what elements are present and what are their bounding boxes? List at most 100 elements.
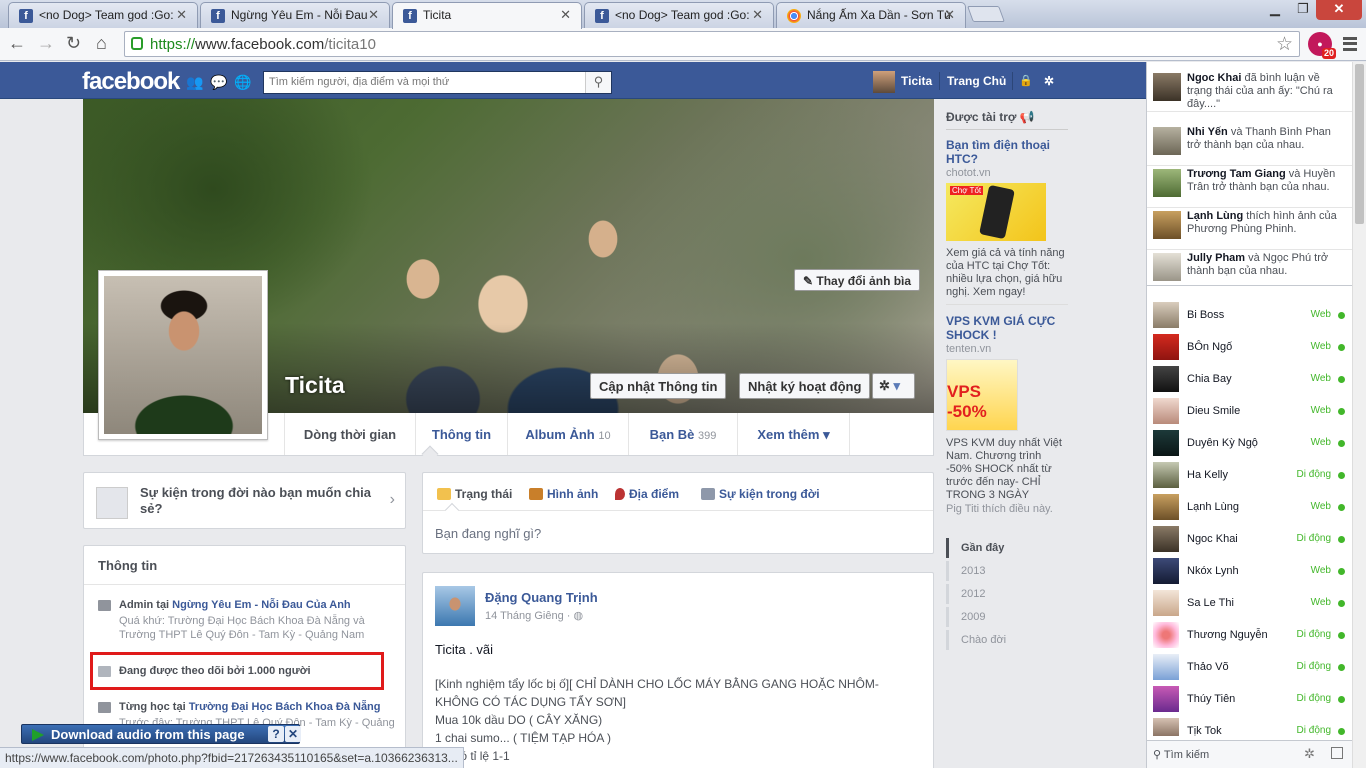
tab-timeline[interactable]: Dòng thời gian xyxy=(284,413,415,455)
scrubber-item[interactable]: 2013 xyxy=(946,561,1056,581)
timeline-scrubber: Gần đây 2013 2012 2009 Chào đời xyxy=(946,538,1056,653)
friend-requests-icon[interactable]: 👥 xyxy=(186,74,203,90)
ticker-item[interactable]: Jully Pham và Ngọc Phú trở thành bạn của… xyxy=(1147,250,1353,285)
facebook-logo[interactable]: facebook xyxy=(82,68,180,96)
chat-contact[interactable]: Dieu Smile Web xyxy=(1147,396,1353,428)
post-date[interactable]: 14 Tháng Giêng · ◍ xyxy=(485,609,583,622)
online-dot-icon xyxy=(1338,344,1345,351)
chat-contact[interactable]: BÔn Ngố Web xyxy=(1147,332,1353,364)
chat-contact[interactable]: Sa Le Thi Web xyxy=(1147,588,1353,620)
address-bar[interactable]: https://www.facebook.com/ticita10 ☆ xyxy=(124,31,1300,57)
home-icon[interactable]: ⌂ xyxy=(96,33,107,53)
profile-name[interactable]: Ticita xyxy=(285,372,345,399)
browser-tab[interactable]: f <no Dog> Team god :Go: ✕ xyxy=(8,2,198,28)
minimize-window-button[interactable]: ▁ xyxy=(1262,0,1288,20)
ad-image[interactable]: VPS -50% xyxy=(946,359,1018,431)
chat-contact[interactable]: Bi Boss Web xyxy=(1147,300,1353,332)
chat-options-gear-icon[interactable]: ✲ xyxy=(1304,746,1315,762)
chat-contact[interactable]: Tịk Tok Di động xyxy=(1147,716,1353,736)
ticker-item[interactable]: Lạnh Lùng thích hình ảnh của Phương Phùn… xyxy=(1147,208,1353,250)
status-input[interactable]: Bạn đang nghĩ gì? xyxy=(435,526,541,541)
chat-search[interactable]: ⚲ Tìm kiếm xyxy=(1153,748,1209,761)
new-tab-button[interactable] xyxy=(967,6,1005,22)
tab-status[interactable]: Trạng thái xyxy=(437,487,512,501)
school-link[interactable]: Trường Đại Học Bách Khoa Đà Nẵng xyxy=(189,701,381,713)
restore-window-button[interactable]: ❐ xyxy=(1290,0,1316,20)
close-tab-icon[interactable]: ✕ xyxy=(944,7,955,23)
browser-tab-active[interactable]: f Ticita ✕ xyxy=(392,2,582,29)
chat-contact[interactable]: Duyên Kỳ Ngộ Web xyxy=(1147,428,1353,460)
extension-icon[interactable]: ● 20 xyxy=(1308,32,1336,59)
change-cover-button[interactable]: ✎ Thay đổi ảnh bìa xyxy=(794,269,921,291)
download-audio-bar[interactable]: Download audio from this page ? ✕ xyxy=(21,724,301,744)
privacy-shortcuts-icon[interactable]: 🔒 xyxy=(1019,74,1033,87)
tab-place[interactable]: Địa điểm xyxy=(615,487,679,501)
contact-name: Nkóx Lynh xyxy=(1187,565,1239,577)
life-event-prompt[interactable]: Sự kiện trong đời nào bạn muốn chia sẻ? … xyxy=(83,472,406,529)
profile-picture[interactable] xyxy=(98,270,268,440)
online-dot-icon xyxy=(1338,728,1345,735)
settings-gear-icon[interactable]: ✲ xyxy=(1044,74,1054,88)
reload-icon[interactable]: ↻ xyxy=(66,33,81,53)
notifications-globe-icon[interactable]: 🌐 xyxy=(234,74,251,90)
contact-status: Di động xyxy=(1296,629,1331,640)
ad-image[interactable]: Chợ Tốt xyxy=(946,183,1046,241)
contact-name: Lạnh Lùng xyxy=(1187,501,1239,513)
scrubber-item[interactable]: Gần đây xyxy=(946,538,1056,558)
tab-photos[interactable]: Album Ảnh 10 xyxy=(507,413,628,455)
chat-contact[interactable]: Chia Bay Web xyxy=(1147,364,1353,396)
browser-tab[interactable]: Nắng Ấm Xa Dần - Sơn Tù ✕ xyxy=(776,2,966,28)
forward-icon[interactable]: → xyxy=(37,33,55,53)
tab-title: Ngừng Yêu Em - Nỗi Đau xyxy=(231,8,368,22)
close-tab-icon[interactable]: ✕ xyxy=(176,7,187,23)
tab-life-event[interactable]: Sự kiện trong đời xyxy=(701,487,820,501)
browser-tab[interactable]: f Ngừng Yêu Em - Nỗi Đau ✕ xyxy=(200,2,390,28)
ticker-item[interactable]: Ngoc Khai đã bình luận về trạng thái của… xyxy=(1147,70,1353,112)
back-icon[interactable]: ← xyxy=(8,33,26,53)
scrubber-item[interactable]: Chào đời xyxy=(946,630,1056,650)
update-info-button[interactable]: Cập nhật Thông tin xyxy=(590,373,727,399)
post-author-avatar[interactable] xyxy=(435,586,475,626)
popout-icon[interactable] xyxy=(1331,747,1343,759)
close-tab-icon[interactable]: ✕ xyxy=(560,7,571,23)
url-text[interactable]: https://www.facebook.com/ticita10 xyxy=(150,36,376,53)
scrollbar-thumb[interactable] xyxy=(1355,64,1364,224)
ad-title[interactable]: VPS KVM GIÁ CỰC SHOCK ! xyxy=(946,314,1068,342)
browser-menu-icon[interactable] xyxy=(1343,37,1357,51)
chat-contact[interactable]: Ha Kelly Di động xyxy=(1147,460,1353,492)
scrubber-item[interactable]: 2012 xyxy=(946,584,1056,604)
chat-contact[interactable]: Nkóx Lynh Web xyxy=(1147,556,1353,588)
tab-more[interactable]: Xem thêm ▾ xyxy=(737,413,850,455)
close-tab-icon[interactable]: ✕ xyxy=(752,7,763,23)
ticker-item[interactable]: Trương Tam Giang và Huyền Trân trở thành… xyxy=(1147,166,1353,208)
tab-photo[interactable]: Hình ảnh xyxy=(529,487,598,501)
chat-contact[interactable]: Ngoc Khai Di động xyxy=(1147,524,1353,556)
more-options-button[interactable]: ✲ ▾ xyxy=(872,373,915,399)
nav-home-link[interactable]: Trang Chủ xyxy=(947,74,1006,88)
chat-contact[interactable]: Thúy Tiên Di động xyxy=(1147,684,1353,716)
help-icon[interactable]: ? xyxy=(268,726,284,742)
chat-contact[interactable]: Lạnh Lùng Web xyxy=(1147,492,1353,524)
ticker-item[interactable]: Nhi Yến và Thanh Bình Phan trở thành bạn… xyxy=(1147,124,1353,166)
nav-avatar[interactable] xyxy=(873,71,895,93)
close-window-button[interactable]: ✕ xyxy=(1316,0,1362,20)
chrome-icon xyxy=(787,9,801,23)
nav-profile-link[interactable]: Ticita xyxy=(901,74,932,88)
chat-contact[interactable]: Thảo Võ Di động xyxy=(1147,652,1353,684)
search-input[interactable] xyxy=(264,72,584,92)
activity-log-button[interactable]: Nhật ký hoạt động xyxy=(739,373,871,399)
scrubber-item[interactable]: 2009 xyxy=(946,607,1056,627)
chat-contact[interactable]: Thương Nguyễn Di động xyxy=(1147,620,1353,652)
close-tab-icon[interactable]: ✕ xyxy=(368,7,379,23)
ad-title[interactable]: Bạn tìm điện thoại HTC? xyxy=(946,138,1068,166)
search-icon[interactable]: ⚲ xyxy=(585,72,611,93)
work-page-link[interactable]: Ngừng Yêu Em - Nỗi Đau Của Anh xyxy=(172,599,350,611)
messages-icon[interactable]: 💬 xyxy=(210,74,227,90)
page-scrollbar[interactable] xyxy=(1352,62,1366,768)
browser-tab[interactable]: f <no Dog> Team god :Go: ✕ xyxy=(584,2,774,28)
bookmark-star-icon[interactable]: ☆ xyxy=(1276,33,1293,56)
tab-friends[interactable]: Bạn Bè 399 xyxy=(628,413,737,455)
online-dot-icon xyxy=(1338,408,1345,415)
post-author-name[interactable]: Đặng Quang Trịnh xyxy=(485,590,598,605)
close-icon[interactable]: ✕ xyxy=(285,726,301,742)
